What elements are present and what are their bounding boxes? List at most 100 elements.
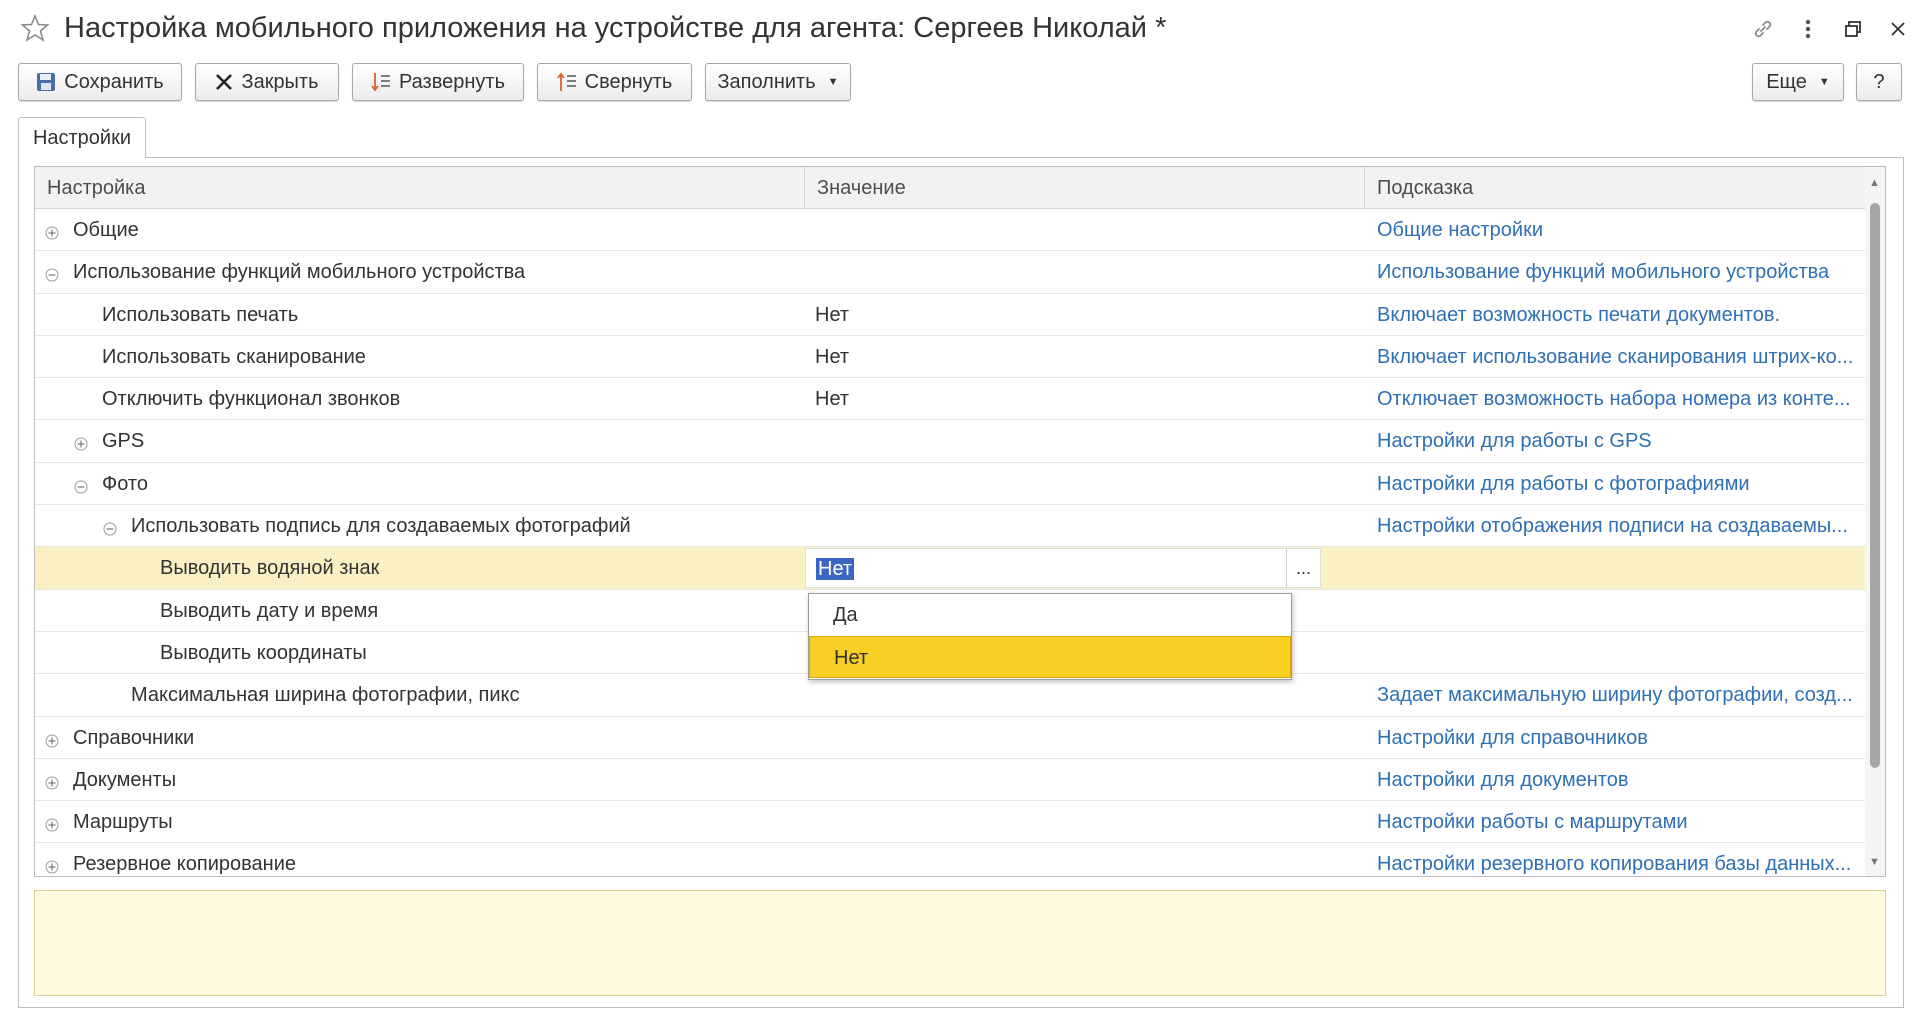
setting-hint-link[interactable]: Настройки для работы с GPS xyxy=(1377,420,1652,462)
setting-name: Использовать сканирование xyxy=(102,345,366,368)
caret-down-icon: ▼ xyxy=(827,76,839,88)
table-row[interactable]: Максимальная ширина фотографии, пикс Зада… xyxy=(35,674,1865,717)
table-row[interactable]: Использовать печать Нет Включает возможнос… xyxy=(35,294,1865,336)
setting-name: Отключить функционал звонков xyxy=(102,388,401,411)
settings-table: Настройка Значение Подсказка Общие Общие … xyxy=(34,166,1886,877)
column-header-value[interactable]: Значение xyxy=(805,167,1365,209)
close-button-label: Закрыть xyxy=(241,70,319,93)
expand-node-icon[interactable] xyxy=(45,857,59,874)
expand-button-label: Развернуть xyxy=(398,70,505,93)
value-edit-field[interactable]: Нет... xyxy=(805,548,1321,589)
setting-hint-link[interactable]: Отключает возможность набора номера из к… xyxy=(1377,378,1851,420)
expand-node-icon[interactable] xyxy=(45,815,59,832)
table-row[interactable]: Фото Настройки для работы с фотографиями xyxy=(35,463,1865,506)
expand-node-icon[interactable] xyxy=(74,434,88,451)
setting-hint-link[interactable]: Задает максимальную ширину фотографии, с… xyxy=(1377,674,1853,716)
scroll-up-icon[interactable]: ▲ xyxy=(1869,177,1880,189)
setting-name: Маршруты xyxy=(73,811,173,834)
setting-name: Выводить водяной знак xyxy=(160,557,380,580)
favorite-star-icon[interactable] xyxy=(20,13,50,43)
setting-hint-link[interactable]: Настройки отображения подписи на создава… xyxy=(1377,505,1848,547)
expand-tree-icon xyxy=(371,73,390,92)
help-button-label: ? xyxy=(1873,70,1885,93)
more-button-label: Еще xyxy=(1766,70,1807,93)
setting-name: Документы xyxy=(73,768,177,791)
table-row[interactable]: Маршруты Настройки работы с маршрутами xyxy=(35,801,1865,844)
setting-name: Фото xyxy=(102,472,148,495)
setting-hint-link[interactable]: Настройки для справочников xyxy=(1377,717,1648,759)
column-header-hint[interactable]: Подсказка xyxy=(1365,167,1865,209)
table-row[interactable]: Использовать подпись для создаваемых фот… xyxy=(35,505,1865,548)
help-button[interactable]: ? xyxy=(1856,63,1902,101)
dropdown-option-yes[interactable]: Да xyxy=(809,594,1291,636)
table-header: Настройка Значение Подсказка xyxy=(35,167,1865,209)
expand-button[interactable]: Развернуть xyxy=(352,63,524,101)
value-dropdown-list: Да Нет xyxy=(808,593,1292,680)
tab-settings[interactable]: Настройки xyxy=(18,117,146,158)
dropdown-option-no[interactable]: Нет xyxy=(809,636,1291,678)
table-row[interactable]: Использование функций мобильного устройс… xyxy=(35,251,1865,294)
collapse-button[interactable]: Свернуть xyxy=(537,63,692,101)
table-row[interactable]: Использовать сканирование Нет Включает исп… xyxy=(35,336,1865,379)
fill-dropdown-button[interactable]: Заполнить ▼ xyxy=(705,63,851,101)
collapse-tree-icon xyxy=(556,72,576,91)
close-window-icon[interactable] xyxy=(1883,14,1913,44)
setting-hint-link[interactable]: Включает возможность печати документов. xyxy=(1377,294,1780,336)
setting-name: GPS xyxy=(102,430,145,453)
setting-hint-link[interactable]: Общие настройки xyxy=(1377,209,1543,251)
setting-value[interactable]: Нет xyxy=(815,378,849,420)
setting-hint-link[interactable]: Настройки резервного копирования базы да… xyxy=(1377,843,1851,876)
setting-name: Использование функций мобильного устройс… xyxy=(73,261,526,284)
setting-name: Общие xyxy=(73,219,139,241)
setting-hint-link[interactable]: Настройки для документов xyxy=(1377,759,1629,801)
setting-hint-link[interactable]: Настройки работы с маршрутами xyxy=(1377,801,1688,843)
collapse-node-icon[interactable] xyxy=(103,519,117,536)
more-vertical-icon[interactable] xyxy=(1793,14,1823,44)
collapse-node-icon[interactable] xyxy=(45,265,59,282)
close-button[interactable]: Закрыть xyxy=(195,63,339,101)
table-row[interactable]: Справочники Настройки для справочников xyxy=(35,717,1865,759)
setting-name: Выводить координаты xyxy=(160,641,367,664)
hint-panel xyxy=(34,890,1886,996)
collapse-button-label: Свернуть xyxy=(584,70,673,93)
close-icon xyxy=(216,74,233,90)
setting-name: Выводить дату и время xyxy=(160,599,379,622)
save-button-label: Сохранить xyxy=(64,70,164,93)
setting-name: Справочники xyxy=(73,726,195,749)
collapse-node-icon[interactable] xyxy=(74,477,88,494)
scroll-down-icon[interactable]: ▼ xyxy=(1869,856,1880,868)
setting-hint-link[interactable]: Использование функций мобильного устройс… xyxy=(1377,251,1829,293)
link-icon[interactable] xyxy=(1748,14,1778,44)
table-row[interactable]: Общие Общие настройки xyxy=(35,209,1865,252)
fill-button-label: Заполнить xyxy=(717,70,816,93)
table-row[interactable]: Отключить функционал звонков Нет Отключает… xyxy=(35,378,1865,421)
setting-value[interactable]: Нет xyxy=(815,336,849,378)
expand-node-icon[interactable] xyxy=(45,773,59,790)
toolbar: Сохранить Закрыть Развернуть Свернуть За… xyxy=(0,63,1920,103)
expand-node-icon[interactable] xyxy=(45,731,59,748)
floppy-disk-icon xyxy=(37,73,56,91)
setting-value[interactable]: Нет xyxy=(815,294,849,336)
expand-node-icon[interactable] xyxy=(45,223,59,240)
value-edit-text: Нет xyxy=(816,558,855,581)
table-row[interactable]: Резервное копирование Настройки резервног… xyxy=(35,843,1865,876)
setting-hint-link[interactable]: Настройки для работы с фотографиями xyxy=(1377,463,1750,505)
column-header-setting[interactable]: Настройка xyxy=(35,167,805,209)
table-body: Общие Общие настройки Использование функци… xyxy=(35,209,1865,876)
scrollbar-thumb[interactable] xyxy=(1870,203,1880,768)
table-row[interactable]: Выводить водяной знак Нет... xyxy=(35,547,1865,590)
more-dropdown-button[interactable]: Еще ▼ xyxy=(1752,63,1844,101)
window-title: Настройка мобильного приложения на устро… xyxy=(64,12,1167,44)
table-row[interactable]: GPS Настройки для работы с GPS xyxy=(35,420,1865,463)
restore-window-icon[interactable] xyxy=(1838,14,1868,44)
select-button[interactable]: ... xyxy=(1286,549,1320,588)
setting-name: Максимальная ширина фотографии, пикс xyxy=(131,684,520,707)
save-button[interactable]: Сохранить xyxy=(18,63,182,101)
setting-hint-link[interactable]: Включает использование сканирования штри… xyxy=(1377,336,1853,378)
setting-name: Использовать подпись для создаваемых фот… xyxy=(131,515,631,538)
title-bar: Настройка мобильного приложения на устро… xyxy=(0,0,1920,60)
vertical-scrollbar[interactable]: ▲ ▼ xyxy=(1865,167,1885,876)
caret-down-icon: ▼ xyxy=(1818,76,1830,88)
table-row[interactable]: Документы Настройки для документов xyxy=(35,759,1865,802)
tab-settings-label: Настройки xyxy=(32,126,132,149)
